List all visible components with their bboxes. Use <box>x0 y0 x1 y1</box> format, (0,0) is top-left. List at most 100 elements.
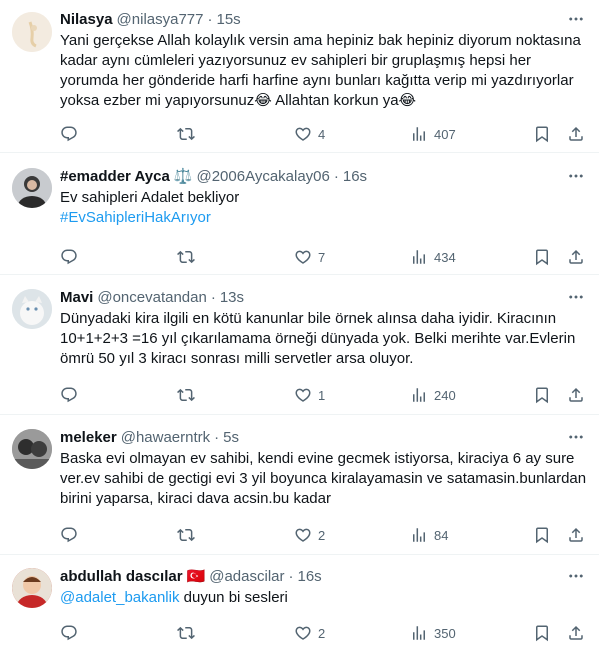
user-handle[interactable]: @oncevatandan <box>97 289 206 306</box>
bookmark-button[interactable] <box>533 624 551 642</box>
tweet-header: abdullah dascılar 🇹🇷 @adascilar · 16s <box>60 565 587 587</box>
tweet-text: Baska evi olmayan ev sahibi, kendi evine… <box>60 450 591 507</box>
like-button[interactable]: 7 <box>294 248 325 266</box>
laughing-emoji: 😂 <box>398 92 417 109</box>
bookmark-button[interactable] <box>533 125 551 143</box>
view-count: 84 <box>434 527 449 543</box>
avatar-image <box>12 429 52 469</box>
avatar[interactable] <box>12 429 52 469</box>
avatar-image <box>12 289 52 329</box>
views-button[interactable]: 350 <box>410 624 456 642</box>
display-name[interactable]: Nilasya <box>60 11 113 28</box>
avatar[interactable] <box>12 12 52 52</box>
display-name[interactable]: abdullah dascılar <box>60 568 183 585</box>
user-handle[interactable]: @hawaerntrk <box>121 429 210 446</box>
like-button[interactable]: 4 <box>294 125 325 143</box>
avatar-image <box>12 12 52 52</box>
like-button[interactable]: 2 <box>294 526 325 544</box>
timestamp[interactable]: 16s <box>343 168 367 185</box>
share-button[interactable] <box>567 125 585 143</box>
avatar-image <box>12 168 52 208</box>
view-count: 434 <box>434 249 456 265</box>
views-button[interactable]: 407 <box>410 125 456 143</box>
tweet-text: @adalet_bakanlik duyun bi sesleri <box>60 588 587 608</box>
bookmark-button[interactable] <box>533 248 551 266</box>
tweet-3[interactable]: Mavi @oncevatandan · 13s Dünyadaki kira … <box>0 275 599 415</box>
views-icon <box>410 248 428 266</box>
reply-icon <box>60 386 78 404</box>
share-icon <box>567 526 585 544</box>
reply-button[interactable] <box>60 386 84 404</box>
hashtag-link[interactable]: #EvSahipleriHakArıyor <box>60 209 211 226</box>
like-count: 2 <box>318 625 326 641</box>
reply-button[interactable] <box>60 624 84 642</box>
display-name[interactable]: #emadder Ayca <box>60 168 170 185</box>
tweet-text: Ev sahipleri Adalet bekliyor #EvSahipleri… <box>60 188 587 228</box>
tweet-4[interactable]: meleker @hawaerntrk · 5s Baska evi olmay… <box>0 415 599 555</box>
user-handle[interactable]: @2006Aycakalay06 <box>196 168 329 185</box>
views-button[interactable]: 240 <box>410 386 456 404</box>
user-handle[interactable]: @nilasya777 <box>117 11 204 28</box>
bookmark-button[interactable] <box>533 386 551 404</box>
tweet-2[interactable]: #emadder Ayca ⚖️ @2006Aycakalay06 · 16s … <box>0 153 599 275</box>
tweet-text: Dünyadaki kira ilgili en kötü kanunlar b… <box>60 310 580 367</box>
text-part: Ev sahipleri Adalet bekliyor <box>60 189 240 206</box>
action-bar: 4 407 <box>60 124 587 144</box>
reply-button[interactable] <box>60 526 84 544</box>
heart-icon <box>294 624 312 642</box>
share-icon <box>567 125 585 143</box>
view-count: 407 <box>434 126 456 142</box>
more-icon[interactable] <box>565 165 587 187</box>
timestamp[interactable]: 5s <box>223 429 239 446</box>
separator-dot: · <box>207 10 213 28</box>
user-handle[interactable]: @adascilar <box>209 568 284 585</box>
retweet-icon <box>177 248 195 266</box>
timestamp[interactable]: 16s <box>298 568 322 585</box>
like-count: 4 <box>318 126 326 142</box>
retweet-icon <box>177 526 195 544</box>
views-icon <box>410 386 428 404</box>
bookmark-icon <box>533 386 551 404</box>
avatar[interactable] <box>12 289 52 329</box>
retweet-button[interactable] <box>177 386 201 404</box>
reply-button[interactable] <box>60 125 84 143</box>
timestamp[interactable]: 13s <box>220 289 244 306</box>
views-button[interactable]: 434 <box>410 248 456 266</box>
like-button[interactable]: 1 <box>294 386 325 404</box>
view-count: 350 <box>434 625 456 641</box>
separator-dot: · <box>288 567 294 585</box>
bookmark-button[interactable] <box>533 526 551 544</box>
views-button[interactable]: 84 <box>410 526 448 544</box>
share-button[interactable] <box>567 386 585 404</box>
retweet-button[interactable] <box>177 624 201 642</box>
share-button[interactable] <box>567 526 585 544</box>
more-icon[interactable] <box>565 8 587 30</box>
text-part: Allahtan korkun ya <box>271 92 399 109</box>
action-bar: 2 350 <box>60 623 587 643</box>
timestamp[interactable]: 15s <box>217 11 241 28</box>
heart-icon <box>294 386 312 404</box>
reply-icon <box>60 248 78 266</box>
share-button[interactable] <box>567 248 585 266</box>
retweet-button[interactable] <box>177 526 201 544</box>
retweet-button[interactable] <box>177 125 201 143</box>
more-icon[interactable] <box>565 286 587 308</box>
tweet-1[interactable]: Nilasya @nilasya777 · 15s Yani gerçekse … <box>0 0 599 153</box>
views-icon <box>410 624 428 642</box>
mention-link[interactable]: @adalet_bakanlik <box>60 589 179 606</box>
like-button[interactable]: 2 <box>294 624 325 642</box>
views-icon <box>410 526 428 544</box>
reply-button[interactable] <box>60 248 84 266</box>
avatar[interactable] <box>12 568 52 608</box>
retweet-button[interactable] <box>177 248 201 266</box>
tweet-5[interactable]: abdullah dascılar 🇹🇷 @adascilar · 16s @a… <box>0 555 599 655</box>
display-name[interactable]: meleker <box>60 429 117 446</box>
more-icon[interactable] <box>565 565 587 587</box>
more-icon[interactable] <box>565 426 587 448</box>
avatar[interactable] <box>12 168 52 208</box>
turkey-flag-icon: 🇹🇷 <box>186 567 206 585</box>
share-button[interactable] <box>567 624 585 642</box>
share-icon <box>567 624 585 642</box>
reply-icon <box>60 526 78 544</box>
display-name[interactable]: Mavi <box>60 289 93 306</box>
